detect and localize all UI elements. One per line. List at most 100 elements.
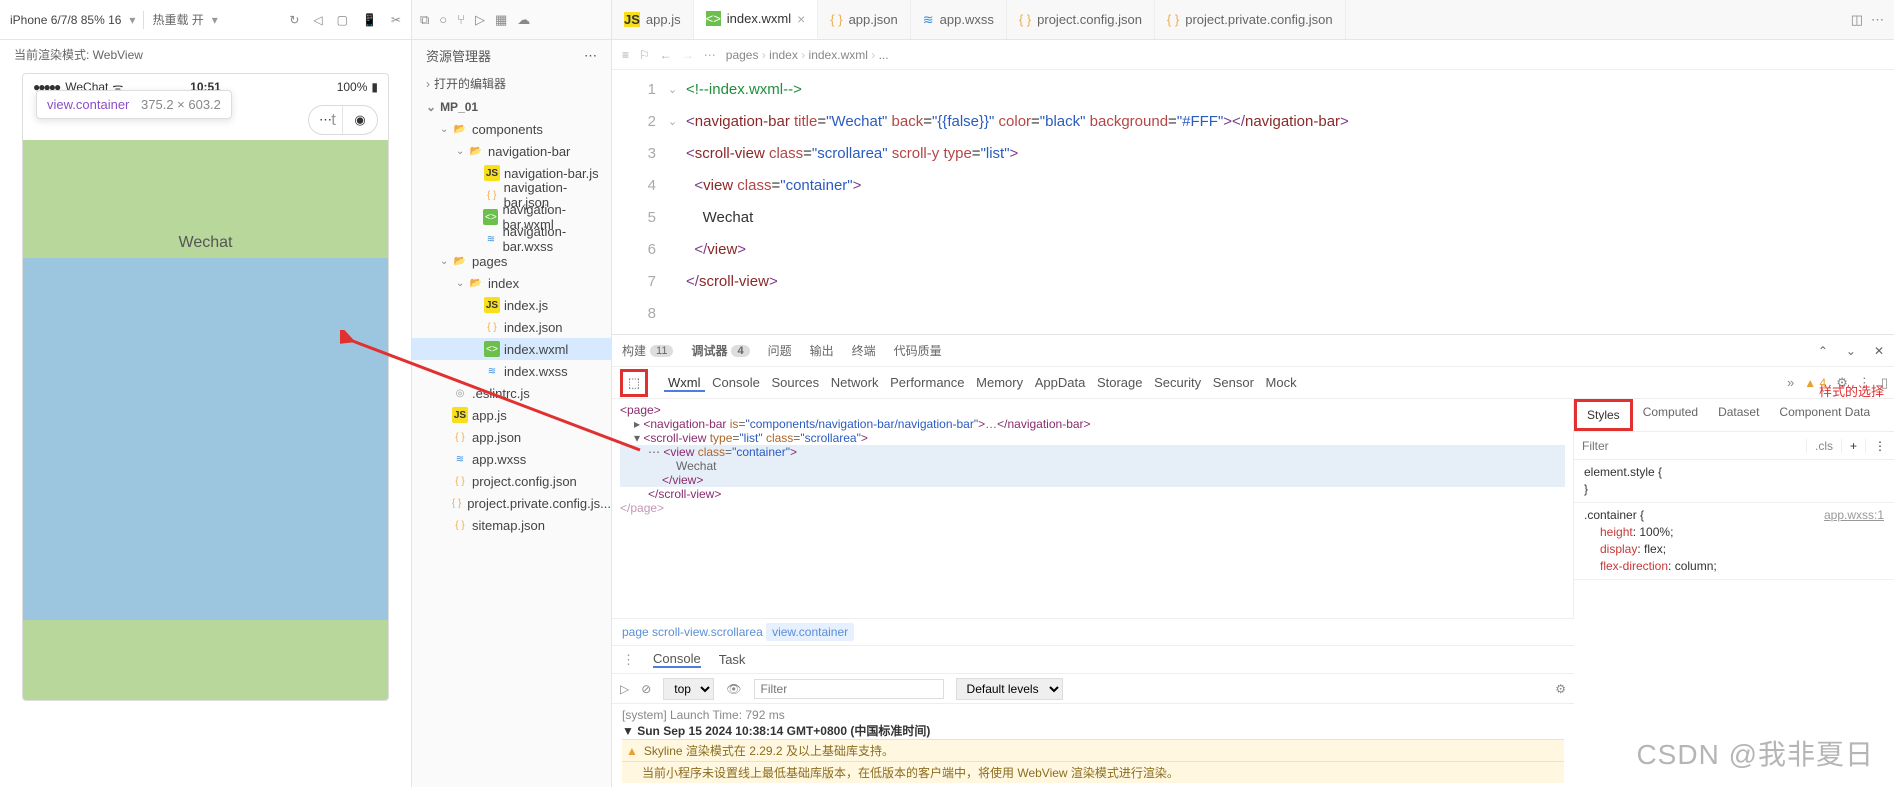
- render-area[interactable]: Wechat: [23, 140, 388, 700]
- more-icon[interactable]: ⋯: [584, 48, 597, 64]
- more-icon[interactable]: ⋮: [1865, 439, 1894, 453]
- chevron-down-icon[interactable]: ⌄: [1846, 344, 1856, 358]
- gear-icon[interactable]: ⚙: [1555, 682, 1566, 696]
- devtools-tab[interactable]: Console: [708, 375, 764, 390]
- devtools-tab[interactable]: Security: [1150, 375, 1205, 390]
- menu-icon[interactable]: ≡: [622, 48, 629, 62]
- tab-task[interactable]: Task: [719, 652, 746, 667]
- tab-problems[interactable]: 问题: [768, 342, 792, 359]
- add-rule-icon[interactable]: +: [1841, 439, 1865, 453]
- devtools-tab[interactable]: Storage: [1093, 375, 1147, 390]
- nav-fwd-icon[interactable]: →: [682, 48, 694, 62]
- cls-toggle[interactable]: .cls: [1806, 439, 1841, 453]
- tree-item[interactable]: { }project.private.config.js...: [412, 492, 611, 514]
- wxml-selected-node[interactable]: ⋯ <view class="container">: [620, 445, 1565, 459]
- devtools-tab[interactable]: Wxml: [664, 375, 705, 392]
- breadcrumb-path[interactable]: pages › index › index.wxml › ...: [726, 48, 889, 62]
- styles-tab[interactable]: Styles: [1574, 399, 1633, 431]
- hot-reload-toggle[interactable]: 热重载 开: [152, 11, 203, 28]
- device-selector[interactable]: iPhone 6/7/8 85% 16: [10, 13, 121, 27]
- tree-item[interactable]: ⌄📂components: [412, 118, 611, 140]
- editor-tab[interactable]: { }app.json: [818, 0, 910, 39]
- levels-select[interactable]: Default levels: [956, 678, 1063, 700]
- capsule-close-icon[interactable]: ◉: [343, 106, 377, 134]
- styles-tab[interactable]: Dataset: [1708, 399, 1769, 431]
- more-tabs-icon[interactable]: »: [1787, 375, 1794, 390]
- editor-tab[interactable]: ≋app.wxss: [911, 0, 1007, 39]
- wxml-crumb[interactable]: scroll-view.scrollarea: [652, 625, 763, 639]
- refresh-icon[interactable]: ↻: [289, 13, 299, 27]
- devtools-tab[interactable]: Sources: [767, 375, 823, 390]
- devtools-tab[interactable]: Memory: [972, 375, 1027, 390]
- clear-icon[interactable]: ⊘: [641, 682, 651, 696]
- tree-item[interactable]: ≋app.wxss: [412, 448, 611, 470]
- styles-filter-input[interactable]: [1574, 439, 1806, 453]
- cloud-icon[interactable]: ☁: [517, 12, 530, 28]
- tree-item[interactable]: ⌄📂index: [412, 272, 611, 294]
- tab-quality[interactable]: 代码质量: [894, 342, 942, 359]
- wxml-crumb[interactable]: view.container: [766, 623, 854, 641]
- tab-debugger[interactable]: 调试器4: [691, 342, 749, 359]
- tree-item[interactable]: ≋navigation-bar.wxss: [412, 228, 611, 250]
- split-icon[interactable]: ◫: [1851, 12, 1863, 28]
- element-inspector-icon[interactable]: ⬚: [620, 369, 648, 397]
- tree-item[interactable]: { }app.json: [412, 426, 611, 448]
- play-icon[interactable]: ▷: [620, 682, 629, 696]
- tree-item[interactable]: ⌄📂navigation-bar: [412, 140, 611, 162]
- tab-terminal[interactable]: 终端: [852, 342, 876, 359]
- nav-back-icon[interactable]: ←: [660, 48, 672, 62]
- devtools-tab[interactable]: Sensor: [1209, 375, 1258, 390]
- wxml-crumb[interactable]: page: [622, 625, 649, 639]
- editor-tab[interactable]: JSapp.js: [612, 0, 694, 39]
- more-icon[interactable]: ⋯: [1871, 12, 1884, 28]
- tree-item[interactable]: { }project.config.json: [412, 470, 611, 492]
- battery-pct: 100%: [337, 80, 368, 94]
- cut-icon[interactable]: ✂: [391, 13, 401, 27]
- tree-item[interactable]: JSindex.js: [412, 294, 611, 316]
- devtools-tab[interactable]: Mock: [1262, 375, 1301, 390]
- branch-icon[interactable]: ⑂: [457, 12, 465, 27]
- wxml-tree[interactable]: <page> ▸ <navigation-bar is="components/…: [612, 399, 1574, 618]
- debug-icon[interactable]: ▷: [475, 12, 485, 28]
- css-source-link[interactable]: app.wxss:1: [1824, 507, 1884, 524]
- console-warning: ▲Skyline 渲染模式在 2.29.2 及以上基础库支持。: [622, 739, 1564, 761]
- editor-tab[interactable]: <>index.wxml×: [694, 0, 819, 39]
- tree-item[interactable]: { }index.json: [412, 316, 611, 338]
- tree-item[interactable]: JSapp.js: [412, 404, 611, 426]
- devtools-tab[interactable]: AppData: [1031, 375, 1090, 390]
- styles-tab[interactable]: Component Data: [1769, 399, 1880, 431]
- tab-console[interactable]: Console: [653, 651, 701, 668]
- console-menu-icon[interactable]: ⋮: [622, 652, 635, 668]
- tree-item[interactable]: <>index.wxml: [412, 338, 611, 360]
- eye-icon[interactable]: 👁: [726, 682, 741, 696]
- phone-icon[interactable]: 📱: [362, 13, 377, 27]
- files-icon[interactable]: ⧉: [420, 12, 429, 28]
- element-style-block[interactable]: element.style { }: [1574, 460, 1894, 503]
- ext-icon[interactable]: ▦: [495, 12, 507, 28]
- container-rule-block[interactable]: app.wxss:1 .container { height: 100%;dis…: [1574, 503, 1894, 580]
- open-editors-section[interactable]: ›打开的编辑器: [412, 71, 611, 96]
- tree-item[interactable]: { }sitemap.json: [412, 514, 611, 536]
- chevron-up-icon[interactable]: ⌃: [1818, 344, 1828, 358]
- devtools-tab[interactable]: Performance: [886, 375, 968, 390]
- close-icon[interactable]: ✕: [1874, 344, 1884, 358]
- editor-tab[interactable]: { }project.config.json: [1007, 0, 1155, 39]
- context-select[interactable]: top: [663, 678, 714, 700]
- close-icon[interactable]: ×: [797, 11, 805, 27]
- bookmark-icon[interactable]: ⚐: [639, 48, 650, 62]
- tab-build[interactable]: 构建11: [622, 342, 673, 359]
- back-icon[interactable]: ◁: [313, 13, 322, 27]
- search-icon[interactable]: ○: [439, 12, 447, 27]
- editor-tab[interactable]: { }project.private.config.json: [1155, 0, 1346, 39]
- devtools-tab[interactable]: Network: [827, 375, 883, 390]
- home-icon[interactable]: ▢: [337, 13, 348, 27]
- project-section[interactable]: ⌄MP_01: [412, 96, 611, 118]
- code-editor[interactable]: 12345678 ⌄⌄ <!--index.wxml--><navigation…: [612, 70, 1894, 334]
- tab-output[interactable]: 输出: [810, 342, 834, 359]
- more-icon[interactable]: ⋯: [704, 48, 716, 62]
- capsule-menu-icon[interactable]: ⋯: [309, 106, 343, 134]
- styles-tab[interactable]: Computed: [1633, 399, 1708, 431]
- tree-item[interactable]: ◎.eslintrc.js: [412, 382, 611, 404]
- tree-item[interactable]: ≋index.wxss: [412, 360, 611, 382]
- console-filter-input[interactable]: [754, 679, 944, 699]
